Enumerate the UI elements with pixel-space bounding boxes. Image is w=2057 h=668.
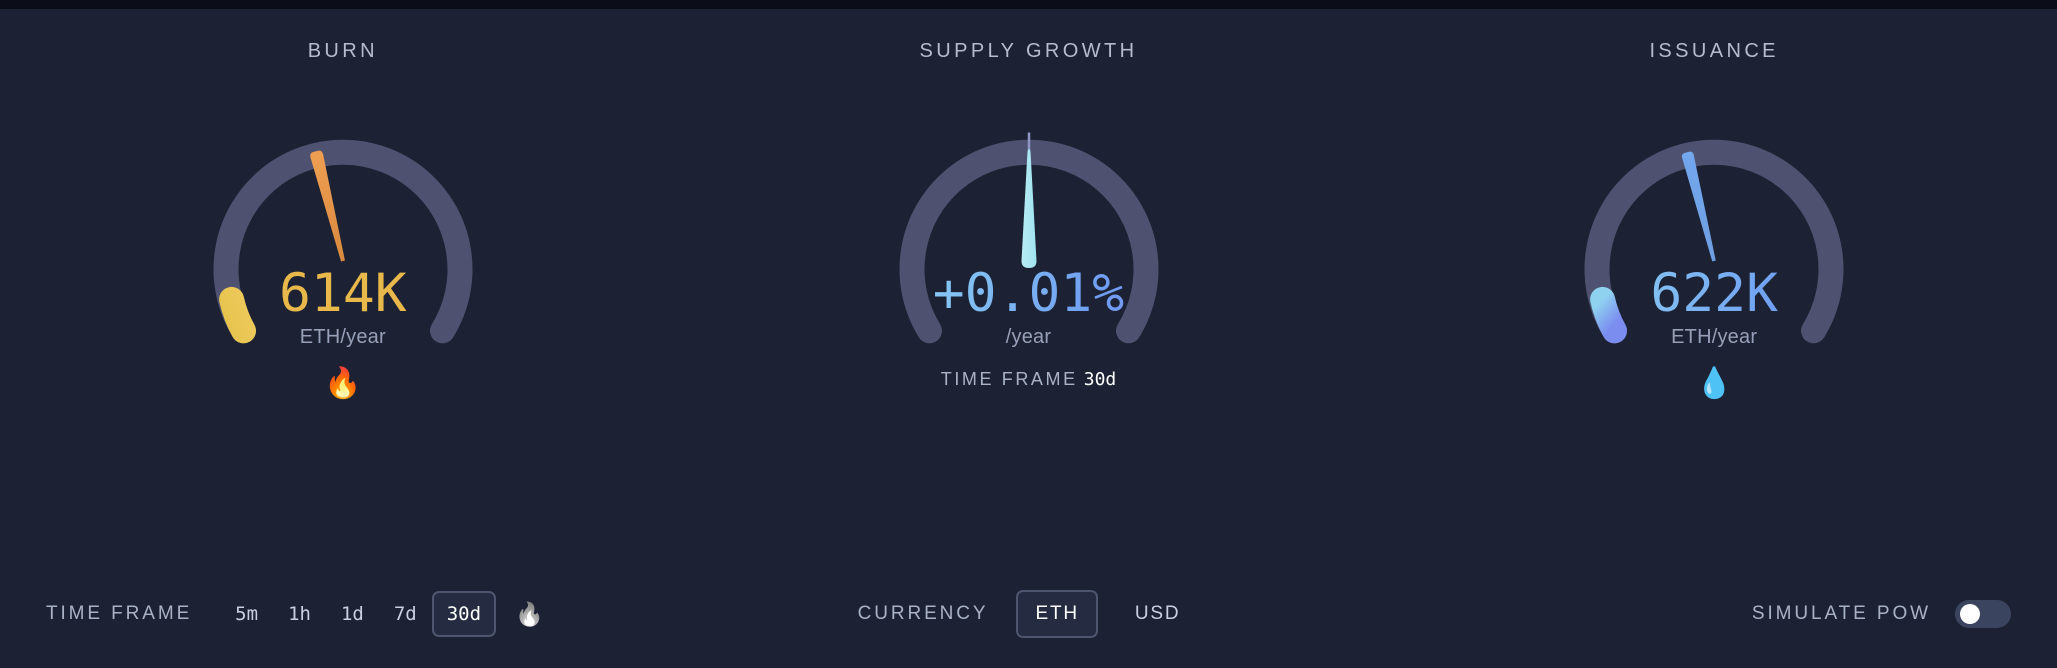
supply-growth-timeframe-value: 30d <box>1083 369 1117 390</box>
droplet-emoji: 💧 <box>1695 367 1733 400</box>
gauge-supply-growth-svg <box>899 132 1158 344</box>
currency-option-eth[interactable]: ETH <box>1016 590 1098 638</box>
simulate-pow-toggle[interactable] <box>1955 600 2011 628</box>
toggle-knob <box>1960 604 1980 624</box>
simulate-pow-control: SIMULATE PoW <box>1356 600 2057 628</box>
supply-growth-timeframe-label: TIME FRAME <box>940 369 1078 389</box>
timeframe-option-7d[interactable]: 7d <box>379 591 432 637</box>
simulate-pow-label: SIMULATE PoW <box>1751 603 1931 624</box>
panel-title-issuance: ISSUANCE <box>1649 40 1779 62</box>
currency-option-usd[interactable]: USD <box>1116 590 1200 638</box>
timeframe-label: TIME FRAME <box>46 603 193 624</box>
gauge-issuance: 622K ETH/year 💧 <box>1549 96 1879 400</box>
timeframe-option-5m[interactable]: 5m <box>220 591 273 637</box>
panel-issuance: ISSUANCE 622K ETH/year 💧 <box>1371 9 2057 569</box>
gauge-supply-growth: +0.01% /year TIME FRAME 30d <box>864 96 1194 390</box>
currency-options: ETH USD <box>1016 590 1199 638</box>
gauge-progress <box>1590 286 1628 344</box>
timeframe-options: 5m 1h 1d 7d 30d <box>220 591 497 637</box>
panel-supply-growth: SUPPLY GROWTH +0.01% /year TIME FRAME 30… <box>686 9 1372 569</box>
control-bar: TIME FRAME 5m 1h 1d 7d 30d 🔥 CURRENCY ET… <box>0 560 2057 668</box>
timeframe-option-1d[interactable]: 1d <box>326 591 379 637</box>
gauge-needle <box>310 150 345 262</box>
currency-control: CURRENCY ETH USD <box>701 590 1356 638</box>
currency-label: CURRENCY <box>857 603 989 624</box>
gauge-issuance-svg <box>1584 139 1844 344</box>
gauge-track <box>1584 139 1844 344</box>
gauge-burn-svg <box>213 139 473 344</box>
panel-title-burn: BURN <box>307 40 378 62</box>
fire-icon: 🔥 <box>515 601 544 627</box>
timeframe-option-30d[interactable]: 30d <box>431 591 497 637</box>
fire-emoji: 🔥 <box>324 367 362 400</box>
gauge-panels: BURN 614K ETH/year 🔥 SUPPLY GROWTH +0.01… <box>0 9 2057 569</box>
gauge-progress <box>218 286 256 344</box>
gauge-needle <box>1021 149 1036 268</box>
timeframe-option-1h[interactable]: 1h <box>273 591 326 637</box>
panel-title-supply-growth: SUPPLY GROWTH <box>919 40 1138 62</box>
gauge-needle <box>1682 151 1716 262</box>
dashboard-root: BURN 614K ETH/year 🔥 SUPPLY GROWTH +0.01… <box>0 0 2057 668</box>
supply-growth-timeframe: TIME FRAME 30d <box>864 369 1194 390</box>
gauge-burn: 614K ETH/year 🔥 <box>178 96 508 400</box>
gauge-track <box>213 139 473 344</box>
timeframe-control: TIME FRAME 5m 1h 1d 7d 30d 🔥 <box>0 591 701 637</box>
panel-burn: BURN 614K ETH/year 🔥 <box>0 9 686 569</box>
